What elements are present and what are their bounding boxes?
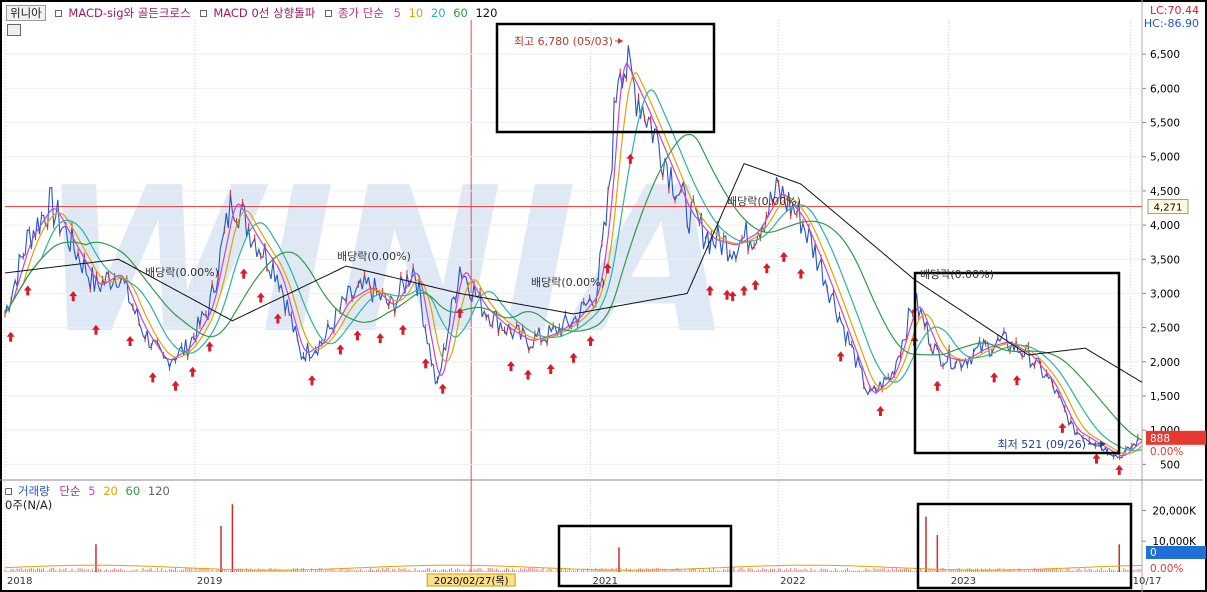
buy-signal-arrow — [6, 331, 15, 342]
x-tick-label: 2018 — [7, 576, 32, 587]
current-pct: 0.00% — [1150, 446, 1183, 458]
buy-signal-arrow — [933, 380, 942, 391]
volume-bars — [4, 504, 1143, 572]
y-tick-label: 4,000 — [1150, 220, 1180, 232]
dividend-label: 배당락(0.00%) — [337, 250, 411, 263]
y-tick-label: 3,500 — [1150, 254, 1180, 266]
buy-signal-arrow — [1012, 375, 1021, 386]
buy-signal-arrow — [1092, 453, 1101, 464]
dividend-label: 배당락(0.00%) — [531, 276, 605, 289]
buy-signal-arrow — [796, 268, 805, 279]
buy-signal-arrow — [762, 263, 771, 274]
crosshair-date: 2020/02/27(목) — [434, 575, 509, 587]
crosshair-price: 4,271 — [1154, 203, 1183, 214]
dividend-label: 배당락(0.00%) — [145, 266, 219, 279]
y-tick-label: 5,500 — [1150, 118, 1180, 130]
buy-signal-arrow — [740, 285, 749, 296]
buy-signal-arrow — [438, 383, 447, 394]
buy-signal-arrow — [751, 279, 760, 290]
x-tick-label: 2023 — [951, 576, 976, 587]
buy-signal-arrow — [876, 406, 885, 417]
y-tick-label: 500 — [1160, 459, 1180, 471]
chart-svg[interactable]: WINIA 2018 2019 2021 2022 2023 10/172020/02/2… — [0, 0, 1207, 592]
highlight-box — [557, 524, 733, 588]
vol-pct: 0.00% — [1150, 563, 1183, 575]
buy-signal-arrow — [23, 285, 32, 296]
vol-y-tick-label: 20,000K — [1152, 505, 1197, 517]
y-tick-label: 2,500 — [1150, 323, 1180, 335]
buy-signal-arrow — [1115, 464, 1124, 475]
x-tick-label: 10/17 — [1133, 576, 1162, 587]
y-tick-label: 5,000 — [1150, 152, 1180, 164]
x-tick-label: 2019 — [197, 576, 222, 587]
buy-signal-arrow — [171, 380, 180, 391]
buy-signal-arrow — [1058, 422, 1067, 433]
high-arrow-head — [617, 38, 623, 44]
y-tick-label: 6,500 — [1150, 49, 1180, 61]
y-tick-label: 4,500 — [1150, 186, 1180, 198]
y-tick-label: 1,500 — [1150, 391, 1180, 403]
dividend-label: 배당락(0.00%) — [920, 268, 994, 281]
y-tick-label: 6,000 — [1150, 83, 1180, 95]
dividend-label: 배당락(0.00%) — [727, 195, 801, 208]
vol-value: 0 — [1150, 547, 1157, 559]
buy-signal-arrow — [836, 351, 845, 362]
y-tick-label: 3,000 — [1150, 288, 1180, 300]
buy-signal-arrow — [779, 251, 788, 262]
y-tick-label: 2,000 — [1150, 357, 1180, 369]
x-tick-label: 2022 — [780, 576, 805, 587]
low-label: 최저 521 (09/26) — [997, 438, 1086, 451]
high-label: 최고 6,780 (05/03) — [514, 35, 613, 48]
current-price: 888 — [1150, 433, 1170, 445]
buy-signal-arrow — [990, 372, 999, 383]
